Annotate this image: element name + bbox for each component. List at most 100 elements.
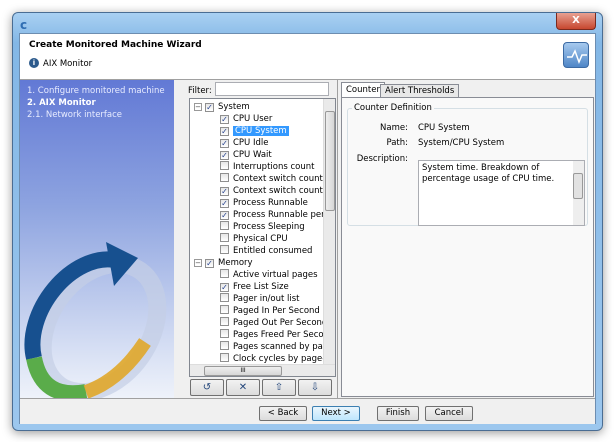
checkbox[interactable]: ✓ xyxy=(220,139,229,148)
tree-item-label: Paged Out Per Second xyxy=(233,318,328,328)
checkbox[interactable] xyxy=(220,233,229,242)
filter-label: Filter: xyxy=(188,86,212,96)
tree-item-label: Interruptions count xyxy=(233,162,315,172)
description-textarea[interactable]: System time. Breakdown of percentage usa… xyxy=(418,160,585,226)
tree-item[interactable]: Interruptions count xyxy=(220,161,314,173)
clear-icon: ✕ xyxy=(238,382,248,393)
tree-horizontal-scrollbar[interactable]: III xyxy=(190,364,335,376)
tree-item[interactable]: ✓ CPU User xyxy=(220,113,272,125)
tree-item-label: Context switch count xyxy=(233,174,323,184)
tab-alert-thresholds[interactable]: Alert Thresholds xyxy=(380,84,460,97)
wizard-footer: < Back Next > Finish Cancel xyxy=(20,398,595,424)
steps-panel: 1. Configure monitored machine 2. AIX Mon… xyxy=(20,80,174,398)
tree-item-label: Paged In Per Second xyxy=(233,306,320,316)
tree-item[interactable]: ✓ Process Runnable per CP xyxy=(220,209,336,221)
tree-item-label: Free List Size xyxy=(233,282,289,292)
tree-item[interactable]: Active virtual pages xyxy=(220,269,318,281)
checkbox[interactable]: ✓ xyxy=(220,127,229,136)
checkbox[interactable] xyxy=(220,353,229,362)
checkbox[interactable] xyxy=(220,317,229,326)
description-label: Description: xyxy=(356,154,408,164)
wizard-window: c X Create Monitored Machine Wizard i AI… xyxy=(12,12,603,431)
tree-item[interactable]: Entitled consumed xyxy=(220,245,312,257)
checkbox[interactable] xyxy=(220,293,229,302)
checkbox[interactable]: ✓ xyxy=(220,115,229,124)
group-title: Counter Definition xyxy=(352,103,434,113)
back-button[interactable]: < Back xyxy=(259,406,307,421)
checkbox[interactable] xyxy=(220,245,229,254)
name-label: Name: xyxy=(380,123,408,133)
tree-item-label: CPU Wait xyxy=(233,150,272,160)
tree-item[interactable]: Physical CPU xyxy=(220,233,288,245)
tree-item-label: Entitled consumed xyxy=(233,246,313,256)
checkbox[interactable] xyxy=(220,341,229,350)
tree-item[interactable]: ✓ CPU Wait xyxy=(220,149,272,161)
cancel-button[interactable]: Cancel xyxy=(425,406,473,421)
tree-item[interactable]: Paged In Per Second xyxy=(220,305,320,317)
counter-tab-panel: Counter Definition Name: CPU System Path… xyxy=(341,97,594,397)
tree-item-label: Process Sleeping xyxy=(233,222,305,232)
tree-item-label: CPU Idle xyxy=(233,138,269,148)
path-value: System/CPU System xyxy=(418,138,505,148)
checkbox[interactable] xyxy=(220,329,229,338)
import-icon: ⇩ xyxy=(310,382,320,393)
tree-item[interactable]: Pages Freed Per Second xyxy=(220,329,334,341)
checkbox[interactable] xyxy=(220,221,229,230)
tree-item-label: CPU System xyxy=(233,126,289,136)
tree-item[interactable]: ✓ Free List Size xyxy=(220,281,289,293)
clear-button[interactable]: ✕ xyxy=(226,379,260,396)
wizard-client: Create Monitored Machine Wizard i AIX Mo… xyxy=(19,33,596,424)
tree-item-label: Active virtual pages xyxy=(233,270,318,280)
counter-tree[interactable]: − ✓ System ✓ CPU User ✓ CPU System ✓ CPU Idle ✓ CP… xyxy=(189,98,336,377)
checkbox[interactable] xyxy=(220,269,229,278)
checkbox[interactable] xyxy=(220,305,229,314)
description-scrollbar[interactable] xyxy=(573,161,584,225)
collapse-icon[interactable]: − xyxy=(194,103,202,111)
tab-counter[interactable]: Counter xyxy=(341,82,385,97)
tree-item[interactable]: Pager in/out list xyxy=(220,293,300,305)
tree-item[interactable]: ✓ CPU Idle xyxy=(220,137,268,149)
undo-icon: ↺ xyxy=(202,382,212,393)
checkbox[interactable]: ✓ xyxy=(220,199,229,208)
export-button[interactable]: ⇧ xyxy=(262,379,296,396)
scroll-thumb[interactable] xyxy=(573,173,583,199)
export-icon: ⇧ xyxy=(274,382,284,393)
scroll-thumb[interactable] xyxy=(325,111,335,211)
tree-item[interactable]: − ✓ System xyxy=(194,101,250,113)
tree-item[interactable]: Paged Out Per Second xyxy=(220,317,327,329)
undo-button[interactable]: ↺ xyxy=(190,379,224,396)
tree-item-label: CPU User xyxy=(233,114,273,124)
tree-item-label: Process Runnable xyxy=(233,198,308,208)
checkbox[interactable]: ✓ xyxy=(220,151,229,160)
close-button[interactable]: X xyxy=(556,13,596,30)
tree-item-label: Pages scanned by page-r xyxy=(233,342,336,352)
collapse-icon[interactable]: − xyxy=(194,259,202,267)
filter-input[interactable] xyxy=(215,82,329,96)
tree-vertical-scrollbar[interactable] xyxy=(323,99,335,365)
checkbox[interactable]: ✓ xyxy=(220,283,229,292)
scroll-thumb[interactable]: III xyxy=(204,366,282,376)
tree-item[interactable]: Pages scanned by page-r xyxy=(220,341,336,353)
tree-item-label: Process Runnable per CP xyxy=(233,210,336,220)
checkbox[interactable]: ✓ xyxy=(205,103,214,112)
next-button[interactable]: Next > xyxy=(312,406,360,421)
tree-item[interactable]: ✓ Process Runnable xyxy=(220,197,308,209)
tree-item[interactable]: Context switch count xyxy=(220,173,323,185)
tree-item[interactable]: ✓ Context switch count per xyxy=(220,185,336,197)
tree-item[interactable]: − ✓ Memory xyxy=(194,257,253,269)
checkbox[interactable]: ✓ xyxy=(220,211,229,220)
tree-item[interactable]: Process Sleeping xyxy=(220,221,305,233)
info-icon: i xyxy=(29,58,39,68)
tree-item-label: Context switch count per xyxy=(233,186,336,196)
tree-item-label: Pages Freed Per Second xyxy=(233,330,335,340)
checkbox[interactable] xyxy=(220,161,229,170)
checkbox[interactable] xyxy=(220,173,229,182)
finish-button[interactable]: Finish xyxy=(377,406,419,421)
checkbox[interactable]: ✓ xyxy=(220,187,229,196)
tree-item-label: Pager in/out list xyxy=(233,294,300,304)
tree-item-label: Memory xyxy=(218,258,253,268)
tree-item[interactable]: ✓ CPU System xyxy=(220,125,289,137)
import-button[interactable]: ⇩ xyxy=(298,379,332,396)
counter-definition-group: Counter Definition Name: CPU System Path… xyxy=(347,103,588,226)
checkbox[interactable]: ✓ xyxy=(205,259,214,268)
